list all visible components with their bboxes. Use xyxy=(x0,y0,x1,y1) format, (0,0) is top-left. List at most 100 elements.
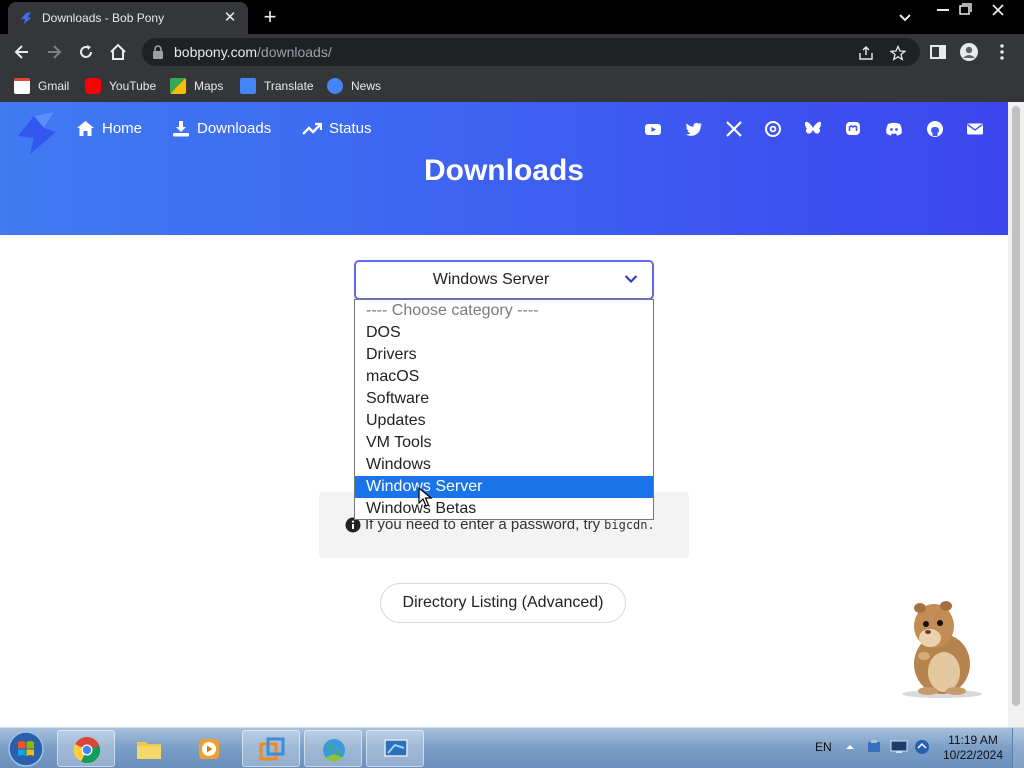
menu-kebab-icon[interactable] xyxy=(992,42,1012,62)
bookmark-label: Gmail xyxy=(38,79,70,93)
windows-taskbar: EN 11:19 AM 10/22/2024 xyxy=(0,727,1024,768)
news-icon xyxy=(327,78,343,94)
tab-title: Downloads - Bob Pony xyxy=(42,11,165,25)
dropdown-option-selected[interactable]: Windows Server xyxy=(355,476,653,498)
remote-desktop-icon xyxy=(384,739,408,760)
email-icon[interactable] xyxy=(966,120,984,138)
forward-icon[interactable] xyxy=(44,42,64,62)
bookmark-news[interactable]: News xyxy=(327,76,381,96)
maps-icon xyxy=(170,78,186,94)
folder-icon xyxy=(137,742,161,759)
bookmark-label: YouTube xyxy=(109,79,157,93)
mouse-cursor-icon xyxy=(418,487,432,507)
browser-toolbar: bobpony.com/downloads/ xyxy=(0,34,1024,70)
translate-icon xyxy=(240,78,256,94)
back-icon[interactable] xyxy=(12,42,32,62)
show-desktop-button[interactable] xyxy=(1012,728,1024,768)
language-indicator[interactable]: EN xyxy=(815,740,832,754)
url-text: bobpony.com/downloads/ xyxy=(174,44,332,60)
side-panel-icon[interactable] xyxy=(928,42,948,62)
discord-icon[interactable] xyxy=(885,120,903,138)
clock-date: 10/22/2024 xyxy=(942,748,1004,762)
directory-listing-button[interactable]: Directory Listing (Advanced) xyxy=(380,583,626,623)
dropdown-option-placeholder[interactable]: ---- Choose category ---- xyxy=(355,300,653,322)
category-select[interactable]: Windows Server xyxy=(354,260,654,300)
nav-status[interactable]: Status xyxy=(302,120,372,137)
x-icon[interactable] xyxy=(725,120,743,138)
tab-search-icon[interactable] xyxy=(895,7,915,27)
nav-home-label: Home xyxy=(102,120,143,137)
dropdown-option[interactable]: Updates xyxy=(355,410,653,432)
tray-network-tool-icon[interactable] xyxy=(866,739,882,755)
nav-downloads[interactable]: Downloads xyxy=(172,120,271,137)
github-icon[interactable] xyxy=(926,120,944,138)
taskbar-vmware[interactable] xyxy=(242,730,300,767)
dropdown-option[interactable]: VM Tools xyxy=(355,432,653,454)
site-navbar: Home Downloads Status xyxy=(0,102,1008,156)
category-select-value: Windows Server xyxy=(432,271,550,288)
taskbar-media-player[interactable] xyxy=(180,730,238,767)
download-icon xyxy=(173,121,189,137)
share-icon[interactable] xyxy=(858,45,874,61)
browser-tab[interactable]: Downloads - Bob Pony ✕ xyxy=(8,2,248,34)
profile-avatar-icon[interactable] xyxy=(959,42,979,62)
bookmark-maps[interactable]: Maps xyxy=(170,76,223,96)
browser-tabstrip: Downloads - Bob Pony ✕ + xyxy=(0,0,1024,34)
hamster-mascot-image xyxy=(902,601,982,698)
globe-download-icon xyxy=(323,739,345,762)
taskbar-remote-desktop[interactable] xyxy=(366,730,424,767)
nav-status-label: Status xyxy=(329,120,372,137)
vmware-icon xyxy=(259,737,285,761)
taskbar-download-manager[interactable] xyxy=(304,730,362,767)
dropdown-option[interactable]: macOS xyxy=(355,366,653,388)
tray-volume-icon[interactable] xyxy=(914,739,930,755)
system-clock[interactable]: 11:19 AM 10/22/2024 xyxy=(936,733,1010,763)
dropdown-option[interactable]: Windows Betas xyxy=(355,498,653,520)
threads-icon[interactable] xyxy=(764,120,782,138)
lock-icon xyxy=(153,45,163,59)
dropdown-option[interactable]: DOS xyxy=(355,322,653,344)
media-player-icon xyxy=(199,739,219,759)
bluesky-icon[interactable] xyxy=(804,120,822,138)
bookmark-youtube[interactable]: YouTube xyxy=(85,76,156,96)
twitter-icon[interactable] xyxy=(685,120,703,138)
dropdown-option[interactable]: Software xyxy=(355,388,653,410)
bobpony-favicon-icon xyxy=(18,10,34,26)
nav-downloads-label: Downloads xyxy=(197,120,272,137)
dropdown-option[interactable]: Drivers xyxy=(355,344,653,366)
bookmarks-bar: Gmail YouTube Maps Translate News xyxy=(0,70,1024,102)
clock-time: 11:19 AM xyxy=(948,733,998,747)
tray-expand-icon[interactable] xyxy=(845,742,855,752)
url-domain: bobpony.com xyxy=(174,44,258,60)
taskbar-chrome[interactable] xyxy=(57,730,115,767)
bookmark-gmail[interactable]: Gmail xyxy=(14,76,69,96)
category-dropdown-list: ---- Choose category ---- DOS Drivers ma… xyxy=(354,299,654,520)
bookmark-label: Translate xyxy=(264,79,314,93)
youtube-icon[interactable] xyxy=(644,120,662,138)
gmail-icon xyxy=(14,78,30,94)
new-tab-icon[interactable]: + xyxy=(258,6,282,30)
page-scrollbar[interactable] xyxy=(1008,102,1024,727)
bookmark-translate[interactable]: Translate xyxy=(240,76,314,96)
bookmark-label: News xyxy=(351,79,382,93)
page-title: Downloads xyxy=(423,154,584,187)
nav-home[interactable]: Home xyxy=(76,120,142,137)
scrollbar-thumb[interactable] xyxy=(1012,106,1020,706)
youtube-icon xyxy=(85,78,101,94)
taskbar-explorer[interactable] xyxy=(120,730,178,767)
url-path: /downloads/ xyxy=(257,44,332,60)
tray-monitor-icon[interactable] xyxy=(890,740,908,754)
tab-close-icon[interactable]: ✕ xyxy=(222,10,238,26)
reload-icon[interactable] xyxy=(76,42,96,62)
close-window-icon[interactable] xyxy=(983,0,1013,20)
mastodon-icon[interactable] xyxy=(844,120,862,138)
hero-banner: Home Downloads Status Downloads xyxy=(0,102,1008,235)
home-icon[interactable] xyxy=(108,42,128,62)
address-bar[interactable]: bobpony.com/downloads/ xyxy=(142,38,920,66)
dropdown-option[interactable]: Windows xyxy=(355,454,653,476)
start-button-icon[interactable] xyxy=(6,730,46,768)
bookmark-star-icon[interactable] xyxy=(890,45,906,61)
bookmark-label: Maps xyxy=(194,79,224,93)
bobpony-logo-icon[interactable] xyxy=(12,108,62,156)
restore-icon[interactable] xyxy=(950,0,980,20)
